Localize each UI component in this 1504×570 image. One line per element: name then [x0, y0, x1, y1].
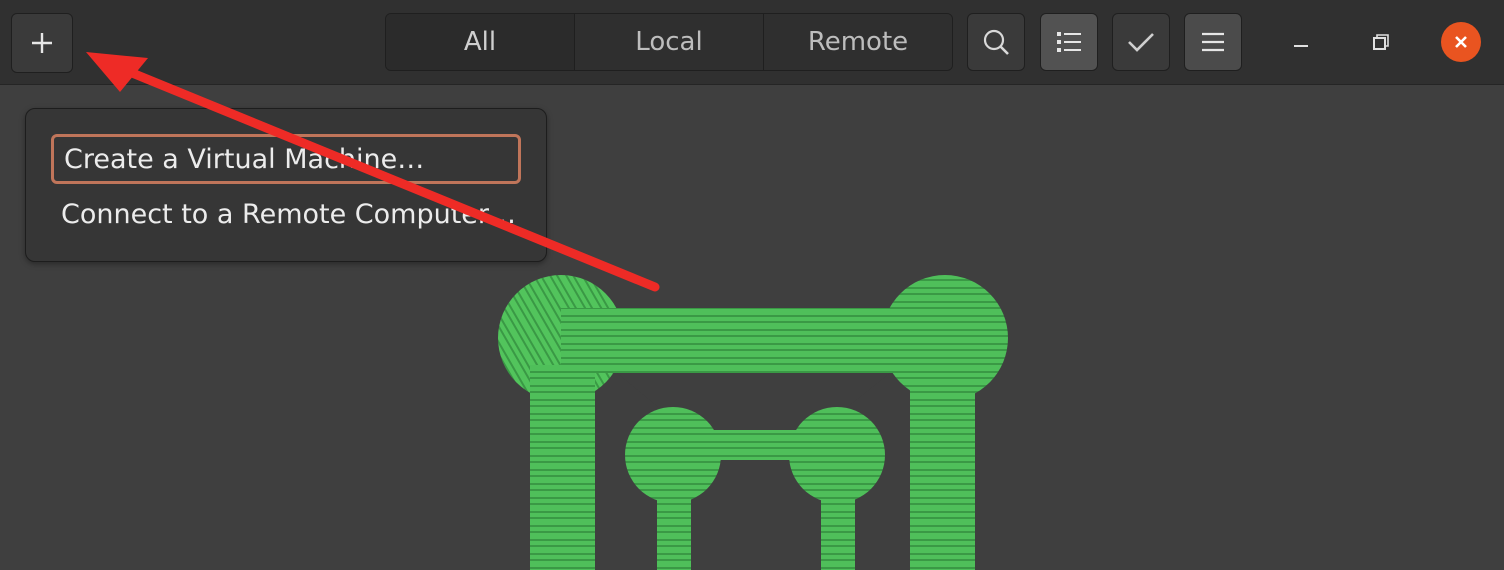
- tab-local[interactable]: Local: [575, 14, 764, 70]
- boxes-logo: [498, 275, 1008, 570]
- header-bar: All Local Remote: [0, 0, 1504, 85]
- minimize-button[interactable]: [1281, 22, 1321, 62]
- search-button[interactable]: [967, 13, 1025, 71]
- view-switcher: All Local Remote: [385, 13, 953, 71]
- close-button[interactable]: [1441, 22, 1481, 62]
- boxes-window: All Local Remote Create a Virtual Machin…: [0, 0, 1504, 570]
- new-machine-popover: Create a Virtual Machine… Connect to a R…: [25, 108, 547, 262]
- select-mode-button[interactable]: [1112, 13, 1170, 71]
- connect-remote-computer-item[interactable]: Connect to a Remote Computer…: [51, 189, 521, 239]
- hamburger-menu-icon: [1202, 32, 1224, 52]
- plus-icon: [32, 33, 52, 53]
- maximize-icon: [1373, 34, 1389, 50]
- minimize-icon: [1294, 45, 1308, 47]
- new-button[interactable]: [11, 13, 73, 73]
- tab-all[interactable]: All: [386, 14, 575, 70]
- list-view-button[interactable]: [1040, 13, 1098, 71]
- checkmark-icon: [1128, 33, 1154, 52]
- tab-remote[interactable]: Remote: [764, 14, 952, 70]
- main-menu-button[interactable]: [1184, 13, 1242, 71]
- search-icon: [983, 29, 1009, 55]
- close-icon: [1455, 36, 1467, 48]
- maximize-button[interactable]: [1361, 22, 1401, 62]
- create-virtual-machine-item[interactable]: Create a Virtual Machine…: [51, 134, 521, 184]
- list-view-icon: [1057, 32, 1081, 52]
